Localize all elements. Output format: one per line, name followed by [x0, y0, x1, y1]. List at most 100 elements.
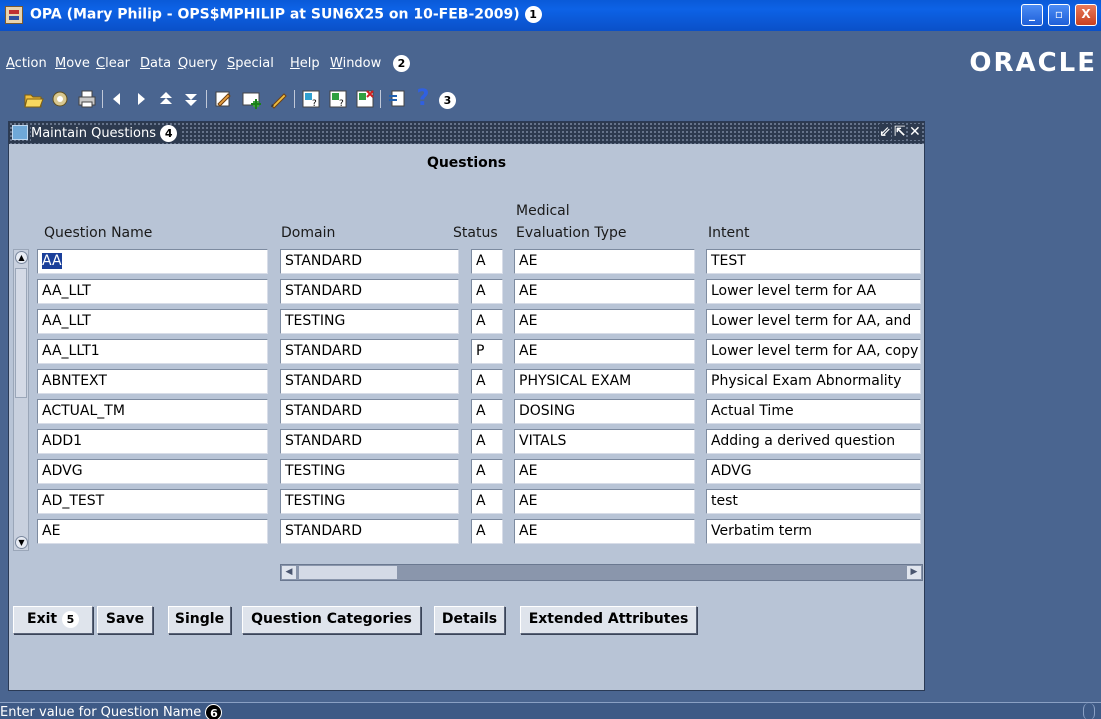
question-name-field[interactable]: ADD1 — [37, 429, 268, 454]
scroll-down-icon[interactable]: ▼ — [15, 536, 28, 549]
domain-field[interactable]: TESTING — [280, 489, 459, 514]
window-minimize-icon[interactable]: ⇙ — [879, 124, 891, 140]
open-folder-icon[interactable] — [22, 88, 44, 110]
window-title-bar[interactable]: Maintain Questions 4 ⇙ ⇱ ✕ — [9, 122, 924, 144]
print-setup-icon[interactable] — [49, 88, 71, 110]
evaluation-type-field[interactable]: AE — [514, 339, 695, 364]
cancel-query-icon[interactable] — [354, 88, 376, 110]
save-button[interactable]: Save — [97, 606, 153, 634]
question-name-field[interactable]: AA_LLT1 — [37, 339, 268, 364]
evaluation-type-field[interactable]: AE — [514, 459, 695, 484]
menu-window[interactable]: Window — [330, 56, 381, 71]
status-field[interactable]: P — [471, 339, 503, 364]
question-name-field[interactable]: ABNTEXT — [37, 369, 268, 394]
domain-field[interactable]: TESTING — [280, 309, 459, 334]
intent-field[interactable]: Lower level term for AA — [706, 279, 921, 304]
question-categories-button[interactable]: Question Categories — [242, 606, 421, 634]
evaluation-type-field[interactable]: VITALS — [514, 429, 695, 454]
domain-field[interactable]: TESTING — [280, 459, 459, 484]
domain-field[interactable]: STANDARD — [280, 279, 459, 304]
scroll-right-icon[interactable]: ▶ — [907, 566, 921, 579]
details-button[interactable]: Details — [434, 606, 505, 634]
delete-record-icon[interactable] — [268, 88, 290, 110]
evaluation-type-field[interactable]: DOSING — [514, 399, 695, 424]
vertical-scrollbar[interactable]: ▲ ▼ — [13, 249, 29, 551]
app-icon[interactable] — [5, 6, 23, 24]
menu-bar: Action Move Clear Data Query Special Hel… — [0, 48, 1101, 78]
evaluation-type-field[interactable]: AE — [514, 489, 695, 514]
intent-field[interactable]: Verbatim term — [706, 519, 921, 544]
menu-move[interactable]: Move — [55, 56, 90, 71]
intent-field[interactable]: Physical Exam Abnormality — [706, 369, 921, 394]
status-field[interactable]: A — [471, 519, 503, 544]
execute-query-icon[interactable]: ? — [327, 88, 349, 110]
question-name-field[interactable]: AA_LLT — [37, 309, 268, 334]
question-name-field[interactable]: AE — [37, 519, 268, 544]
intent-field[interactable]: ADVG — [706, 459, 921, 484]
horizontal-scroll-thumb[interactable] — [299, 566, 397, 579]
intent-field[interactable]: Actual Time — [706, 399, 921, 424]
question-name-field[interactable]: AA_LLT — [37, 279, 268, 304]
menu-query[interactable]: Query — [178, 56, 218, 71]
menu-data[interactable]: Data — [140, 56, 171, 71]
edit-icon[interactable] — [212, 88, 234, 110]
scroll-left-icon[interactable]: ◀ — [282, 566, 296, 579]
domain-field[interactable]: STANDARD — [280, 429, 459, 454]
next-block-icon[interactable] — [180, 88, 202, 110]
intent-field[interactable]: TEST — [706, 249, 921, 274]
minimize-button[interactable]: _ — [1021, 4, 1043, 26]
evaluation-type-field[interactable]: AE — [514, 249, 695, 274]
status-field[interactable]: A — [471, 399, 503, 424]
toolbar: ? ? ? 3 — [0, 84, 1101, 116]
status-field[interactable]: A — [471, 279, 503, 304]
question-name-field[interactable]: ADVG — [37, 459, 268, 484]
domain-field[interactable]: STANDARD — [280, 369, 459, 394]
insert-record-icon[interactable] — [240, 88, 262, 110]
window-close-icon[interactable]: ✕ — [909, 124, 921, 140]
evaluation-type-field[interactable]: AE — [514, 519, 695, 544]
status-indicator — [1083, 703, 1095, 719]
help-icon[interactable]: ? — [412, 88, 434, 110]
previous-block-icon[interactable] — [155, 88, 177, 110]
evaluation-type-field[interactable]: PHYSICAL EXAM — [514, 369, 695, 394]
previous-record-icon[interactable] — [106, 88, 128, 110]
window-maximize-icon[interactable]: ⇱ — [894, 124, 906, 140]
status-field[interactable]: A — [471, 369, 503, 394]
menu-special[interactable]: Special — [227, 56, 274, 71]
domain-field[interactable]: STANDARD — [280, 249, 459, 274]
domain-field[interactable]: STANDARD — [280, 339, 459, 364]
horizontal-scrollbar[interactable]: ◀ ▶ — [280, 564, 923, 581]
question-name-field[interactable]: AD_TEST — [37, 489, 268, 514]
status-field[interactable]: A — [471, 489, 503, 514]
extended-attributes-button[interactable]: Extended Attributes — [520, 606, 697, 634]
menu-help[interactable]: Help — [290, 56, 320, 71]
app-title-bar[interactable]: OPA (Mary Philip - OPS$MPHILIP at SUN6X2… — [0, 0, 1101, 31]
scroll-thumb[interactable] — [15, 268, 27, 398]
question-name-field[interactable]: AA — [37, 249, 268, 274]
status-field[interactable]: A — [471, 459, 503, 484]
intent-field[interactable]: Lower level term for AA, copy — [706, 339, 921, 364]
intent-field[interactable]: test — [706, 489, 921, 514]
close-button[interactable]: X — [1075, 4, 1097, 26]
menu-clear[interactable]: Clear — [96, 56, 130, 71]
intent-field[interactable]: Adding a derived question — [706, 429, 921, 454]
question-name-field[interactable]: ACTUAL_TM — [37, 399, 268, 424]
menu-action[interactable]: Action — [6, 56, 47, 71]
status-field[interactable]: A — [471, 249, 503, 274]
list-of-values-icon[interactable] — [386, 88, 408, 110]
next-record-icon[interactable] — [130, 88, 152, 110]
intent-field[interactable]: Lower level term for AA, and — [706, 309, 921, 334]
exit-button[interactable]: Exit 5 — [13, 606, 93, 634]
domain-field[interactable]: STANDARD — [280, 399, 459, 424]
single-button[interactable]: Single — [168, 606, 231, 634]
evaluation-type-field[interactable]: AE — [514, 309, 695, 334]
scroll-up-icon[interactable]: ▲ — [15, 251, 28, 264]
status-field[interactable]: A — [471, 309, 503, 334]
domain-field[interactable]: STANDARD — [280, 519, 459, 544]
status-field[interactable]: A — [471, 429, 503, 454]
evaluation-type-field[interactable]: AE — [514, 279, 695, 304]
header-evaluation-type: Evaluation Type — [516, 225, 627, 241]
maximize-button[interactable]: ▫ — [1048, 4, 1070, 26]
print-icon[interactable] — [76, 88, 98, 110]
enter-query-icon[interactable]: ? — [300, 88, 322, 110]
